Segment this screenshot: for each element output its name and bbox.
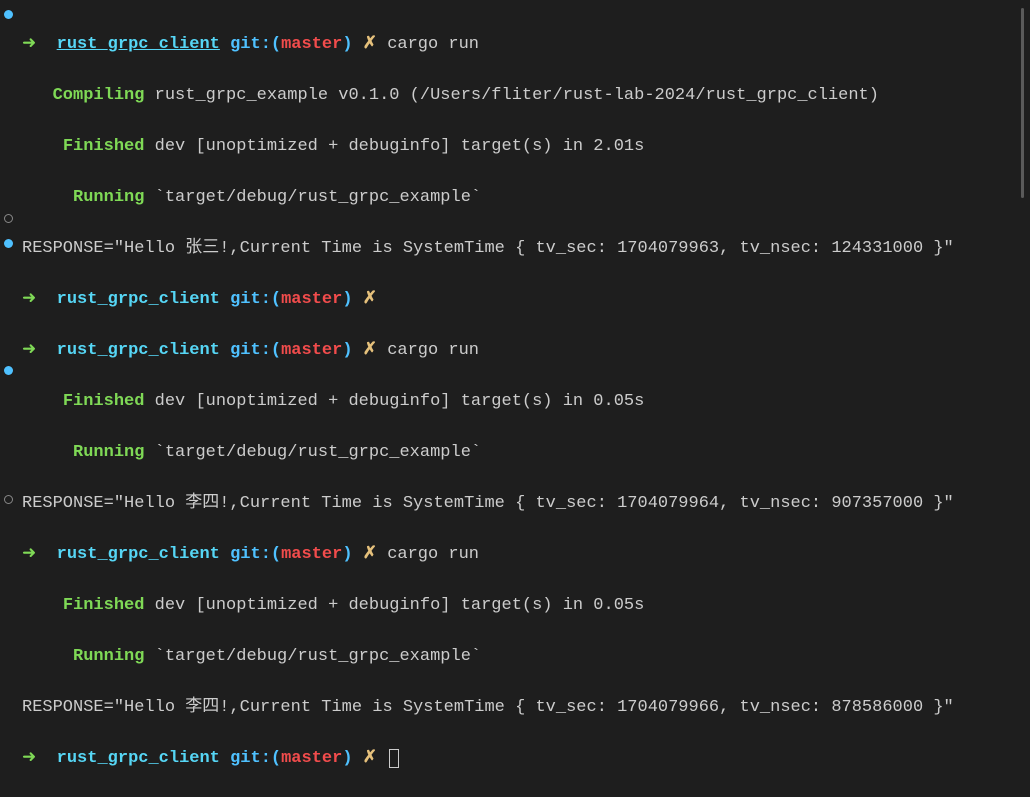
paren-close: ) <box>342 290 352 309</box>
compiling-line: Compiling rust_grpc_example v0.1.0 (/Use… <box>22 83 1020 109</box>
paren-open: ( <box>271 35 281 54</box>
prompt-arrow-icon: ➜ <box>22 545 36 564</box>
response-line: RESPONSE="Hello 张三!,Current Time is Syst… <box>22 236 1020 262</box>
prompt-line: ➜ rust_grpc_client git:(master) ✗ cargo … <box>22 542 1020 568</box>
git-branch: master <box>281 290 342 309</box>
finished-line: Finished dev [unoptimized + debuginfo] t… <box>22 134 1020 160</box>
paren-close: ) <box>342 749 352 768</box>
terminal-output[interactable]: ➜ rust_grpc_client git:(master) ✗ cargo … <box>0 6 1030 797</box>
gutter-dot-icon <box>4 495 13 504</box>
gutter-dot-icon <box>4 214 13 223</box>
minimap-indicator[interactable] <box>1021 8 1024 198</box>
finished-text: dev [unoptimized + debuginfo] target(s) … <box>155 137 645 156</box>
paren-close: ) <box>342 341 352 360</box>
prompt-line: ➜ rust_grpc_client git:(master) ✗ cargo … <box>22 32 1020 58</box>
git-branch: master <box>281 341 342 360</box>
running-label: Running <box>73 443 144 462</box>
prompt-dir: rust_grpc_client <box>57 35 220 54</box>
gutter <box>0 0 18 562</box>
running-text: `target/debug/rust_grpc_example` <box>155 647 481 666</box>
paren-close: ) <box>342 35 352 54</box>
finished-label: Finished <box>63 137 145 156</box>
running-line: Running `target/debug/rust_grpc_example` <box>22 185 1020 211</box>
gutter-dot-icon <box>4 366 13 375</box>
prompt-dir: rust_grpc_client <box>57 290 220 309</box>
paren-close: ) <box>342 545 352 564</box>
prompt-dir: rust_grpc_client <box>57 749 220 768</box>
compiling-label: Compiling <box>53 86 145 105</box>
prompt-arrow-icon: ➜ <box>22 35 36 54</box>
git-label: git: <box>230 341 271 360</box>
gutter-dot-icon <box>4 239 13 248</box>
paren-open: ( <box>271 290 281 309</box>
finished-line: Finished dev [unoptimized + debuginfo] t… <box>22 389 1020 415</box>
git-branch: master <box>281 545 342 564</box>
git-label: git: <box>230 749 271 768</box>
cursor-icon <box>389 749 399 768</box>
prompt-arrow-icon: ➜ <box>22 749 36 768</box>
dirty-mark-icon: ✗ <box>363 341 377 360</box>
git-label: git: <box>230 545 271 564</box>
finished-label: Finished <box>63 392 145 411</box>
running-line: Running `target/debug/rust_grpc_example` <box>22 644 1020 670</box>
finished-label: Finished <box>63 596 145 615</box>
prompt-line: ➜ rust_grpc_client git:(master) ✗ cargo … <box>22 338 1020 364</box>
response-line: RESPONSE="Hello 李四!,Current Time is Syst… <box>22 491 1020 517</box>
compiling-text: rust_grpc_example v0.1.0 (/Users/fliter/… <box>155 86 879 105</box>
prompt-line: ➜ rust_grpc_client git:(master) ✗ <box>22 746 1020 772</box>
git-branch: master <box>281 35 342 54</box>
paren-open: ( <box>271 545 281 564</box>
git-label: git: <box>230 290 271 309</box>
running-text: `target/debug/rust_grpc_example` <box>155 443 481 462</box>
prompt-dir: rust_grpc_client <box>57 545 220 564</box>
dirty-mark-icon: ✗ <box>363 545 377 564</box>
prompt-dir: rust_grpc_client <box>57 341 220 360</box>
finished-line: Finished dev [unoptimized + debuginfo] t… <box>22 593 1020 619</box>
command-text: cargo run <box>387 341 479 360</box>
running-label: Running <box>73 647 144 666</box>
prompt-arrow-icon: ➜ <box>22 290 36 309</box>
finished-text: dev [unoptimized + debuginfo] target(s) … <box>155 392 645 411</box>
git-label: git: <box>230 35 271 54</box>
running-line: Running `target/debug/rust_grpc_example` <box>22 440 1020 466</box>
command-text: cargo run <box>387 35 479 54</box>
paren-open: ( <box>271 749 281 768</box>
running-text: `target/debug/rust_grpc_example` <box>155 188 481 207</box>
finished-text: dev [unoptimized + debuginfo] target(s) … <box>155 596 645 615</box>
gutter-dot-icon <box>4 10 13 19</box>
dirty-mark-icon: ✗ <box>363 749 377 768</box>
paren-open: ( <box>271 341 281 360</box>
running-label: Running <box>73 188 144 207</box>
prompt-arrow-icon: ➜ <box>22 341 36 360</box>
command-text: cargo run <box>387 545 479 564</box>
dirty-mark-icon: ✗ <box>363 35 377 54</box>
dirty-mark-icon: ✗ <box>363 290 377 309</box>
git-branch: master <box>281 749 342 768</box>
response-line: RESPONSE="Hello 李四!,Current Time is Syst… <box>22 695 1020 721</box>
prompt-line: ➜ rust_grpc_client git:(master) ✗ <box>22 287 1020 313</box>
